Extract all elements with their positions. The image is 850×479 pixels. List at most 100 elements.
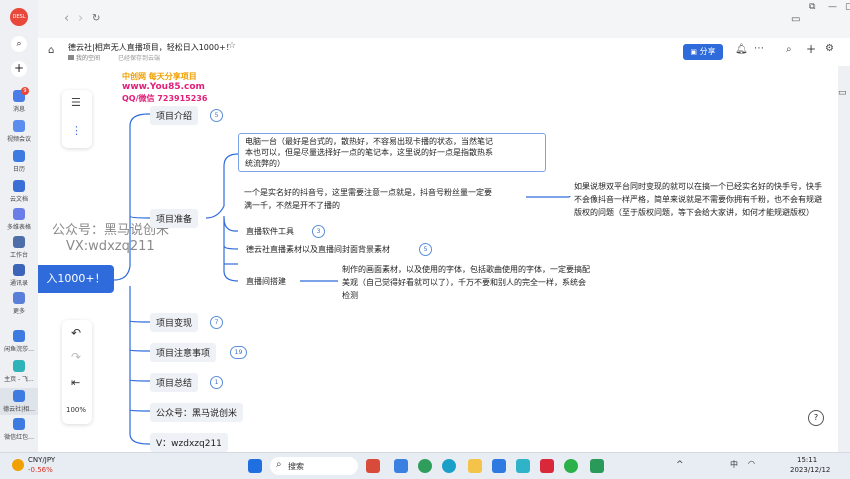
home-icon[interactable]: ⌂ bbox=[48, 45, 54, 56]
doc-header: ⌂ 德云社|相声无人直播项目，轻松日入1000+！ ☆ 我的空间 已经保存到云端… bbox=[38, 38, 850, 67]
sidebar-item-contacts[interactable]: 通讯录 bbox=[0, 264, 38, 287]
breadcrumb[interactable]: 我的空间 bbox=[76, 53, 100, 62]
sidebar-item-more[interactable]: 更多 bbox=[0, 292, 38, 315]
wechat-icon[interactable] bbox=[564, 459, 578, 473]
branch-node[interactable]: 项目介绍 bbox=[150, 106, 199, 125]
pin-window-icon[interactable]: ⧉ bbox=[809, 2, 815, 12]
app-icon[interactable] bbox=[492, 459, 506, 473]
sidebar-item-tab3[interactable]: 德云社|相... bbox=[0, 388, 38, 415]
app-icon[interactable] bbox=[590, 459, 604, 473]
node-text: 一个是实名好的抖音号，这里需要注意一点就是，抖音号粉丝量一定要 bbox=[244, 188, 492, 197]
sidebar-item-tab1[interactable]: 闲鱼浣莎... bbox=[0, 330, 38, 353]
user-avatar[interactable]: DESL bbox=[10, 8, 28, 26]
page-icon bbox=[13, 330, 25, 342]
taskbar-search[interactable]: ⌕ 搜索 bbox=[270, 457, 358, 475]
outline-icon[interactable]: ☰ bbox=[71, 96, 81, 109]
branch-node[interactable]: 项目注意事项 bbox=[150, 343, 217, 362]
mindmap-canvas[interactable]: 中创网 每天分享项目 www.You85.com QQ/微信 723915236… bbox=[38, 66, 838, 452]
app-sidebar: DESL ⌕ + 消息 9 视频会议 日历 云文档 多维表格 工作台 通讯录 更… bbox=[0, 0, 38, 452]
branch-node[interactable]: 项目变现 bbox=[150, 313, 199, 332]
back-button[interactable]: ‹ bbox=[64, 11, 69, 26]
chrome-icon[interactable] bbox=[418, 459, 432, 473]
weather-icon bbox=[12, 459, 24, 471]
computer-node[interactable]: 电脑一台（最好是台式的，散热好，不容易出现卡播的状态，当然笔记 本也可以，但是尽… bbox=[238, 133, 546, 172]
ticker-name[interactable]: CNY/JPY bbox=[28, 456, 55, 464]
clock-time[interactable]: 15:11 bbox=[797, 456, 817, 464]
bell-icon[interactable]: 🔔︎ bbox=[735, 44, 748, 55]
history-panel: ↶ ↷ ⇤ 100% bbox=[62, 320, 92, 424]
branch-node[interactable]: 项目总结 bbox=[150, 373, 199, 392]
count-badge[interactable]: 1 bbox=[210, 376, 223, 389]
sidebar-item-docs[interactable]: 云文档 bbox=[0, 180, 38, 203]
add-icon[interactable]: + bbox=[806, 42, 816, 56]
collapse-button[interactable]: ⇤ bbox=[71, 376, 80, 389]
branch-node[interactable]: V：wzdxzq211 bbox=[150, 433, 228, 452]
sidebar-label: 多维表格 bbox=[6, 224, 31, 231]
settings-icon[interactable]: ⚙ bbox=[825, 43, 834, 54]
count-badge[interactable]: 5 bbox=[419, 243, 432, 256]
doc-title[interactable]: 德云社|相声无人直播项目，轻松日入1000+！ bbox=[68, 42, 234, 53]
comment-icon[interactable]: ▭ bbox=[838, 88, 847, 98]
setup-node[interactable]: 直播间搭建 bbox=[246, 276, 286, 287]
watermark-line: 中创网 每天分享项目 bbox=[122, 72, 197, 81]
clock-date[interactable]: 2023/12/12 bbox=[790, 466, 830, 474]
sidebar-label: 通讯录 bbox=[9, 280, 28, 287]
tools-node[interactable]: 直播软件工具 bbox=[246, 226, 294, 237]
search-icon[interactable]: ⌕ bbox=[786, 44, 792, 55]
undo-button[interactable]: ↶ bbox=[71, 326, 81, 340]
edge-icon[interactable] bbox=[442, 459, 456, 473]
folder-icon[interactable] bbox=[468, 459, 482, 473]
account-detail-node[interactable]: 如果说想双平台同时变现的就可以在搞一个已经实名好的快手号，快手 不会像抖音一样严… bbox=[574, 180, 836, 219]
node-text: 检测 bbox=[342, 291, 358, 300]
redo-button[interactable]: ↷ bbox=[71, 350, 81, 364]
sidebar-item-video[interactable]: 视频会议 bbox=[0, 120, 38, 143]
maximize-button[interactable]: ▢ bbox=[845, 2, 850, 12]
sidebar-item-tab2[interactable]: 主页 - 飞... bbox=[0, 360, 38, 383]
account-node[interactable]: 一个是实名好的抖音号，这里需要注意一点就是，抖音号粉丝量一定要 满一千，不然是开… bbox=[244, 186, 492, 212]
share-button[interactable]: ▣ 分享 bbox=[683, 44, 723, 60]
branch-node[interactable]: 项目准备 bbox=[150, 209, 199, 228]
wifi-icon[interactable]: ◠ bbox=[748, 459, 755, 468]
root-node[interactable]: 入1000+！ bbox=[38, 265, 114, 293]
add-icon[interactable]: + bbox=[11, 61, 27, 77]
app-icon[interactable] bbox=[394, 459, 408, 473]
node-text: 不会像抖音一样严格，简单来说就是不需要你拥有千粉，也不会有规避 bbox=[574, 195, 822, 204]
tab-overview-icon[interactable]: ▭ bbox=[791, 14, 800, 25]
taskbar: CNY/JPY -0.56% ⌕ 搜索 ^ 中 ◠ 15:11 2023/12/… bbox=[0, 452, 850, 479]
minimize-button[interactable]: — bbox=[828, 2, 837, 12]
layout-icon[interactable]: ⋮ bbox=[71, 124, 82, 137]
sidebar-item-calendar[interactable]: 日历 bbox=[0, 150, 38, 173]
share-label: 分享 bbox=[699, 47, 716, 56]
search-icon[interactable]: ⌕ bbox=[11, 36, 27, 52]
count-badge[interactable]: 7 bbox=[210, 316, 223, 329]
watermark-line: QQ/微信 723915236 bbox=[122, 94, 208, 103]
app-icon[interactable] bbox=[366, 459, 380, 473]
sidebar-item-base[interactable]: 多维表格 bbox=[0, 208, 38, 231]
ticker-change[interactable]: -0.56% bbox=[28, 466, 53, 474]
feishu-icon[interactable] bbox=[516, 459, 530, 473]
tray-arrow[interactable]: ^ bbox=[676, 460, 684, 470]
branch-node[interactable]: 公众号：黑马说创米 bbox=[150, 403, 244, 422]
refresh-button[interactable]: ↻ bbox=[92, 13, 100, 24]
video-icon bbox=[13, 120, 25, 132]
sidebar-item-messages[interactable]: 消息 9 bbox=[0, 87, 38, 113]
sidebar-item-tab4[interactable]: 微信红包... bbox=[0, 418, 38, 441]
forward-button[interactable]: › bbox=[78, 11, 83, 26]
count-badge[interactable]: 3 bbox=[312, 225, 325, 238]
zoom-level[interactable]: 100% bbox=[66, 406, 86, 414]
node-text: 美观（自己觉得好看就可以了），千万不要和别人的完全一样，系统会 bbox=[342, 278, 586, 287]
count-badge[interactable]: 19 bbox=[230, 346, 247, 359]
windows-start-icon[interactable] bbox=[248, 459, 262, 473]
ime-indicator[interactable]: 中 bbox=[730, 459, 738, 470]
help-button[interactable]: ? bbox=[808, 410, 824, 426]
sidebar-item-workspace[interactable]: 工作台 bbox=[0, 236, 38, 259]
star-icon[interactable]: ☆ bbox=[228, 41, 236, 51]
sidebar-label: 日历 bbox=[12, 166, 25, 173]
app-icon[interactable] bbox=[540, 459, 554, 473]
more-icon[interactable]: ⋯ bbox=[754, 43, 764, 54]
mindmap-icon bbox=[13, 390, 25, 402]
search-placeholder: 搜索 bbox=[288, 462, 304, 471]
count-badge[interactable]: 5 bbox=[210, 109, 223, 122]
materials-node[interactable]: 德云社直播素材以及直播间封面背景素材 bbox=[246, 244, 390, 255]
setup-detail-node[interactable]: 制作的画面素材，以及使用的字体，包括歌曲使用的字体，一定要搞配 美观（自己觉得好… bbox=[342, 263, 590, 302]
